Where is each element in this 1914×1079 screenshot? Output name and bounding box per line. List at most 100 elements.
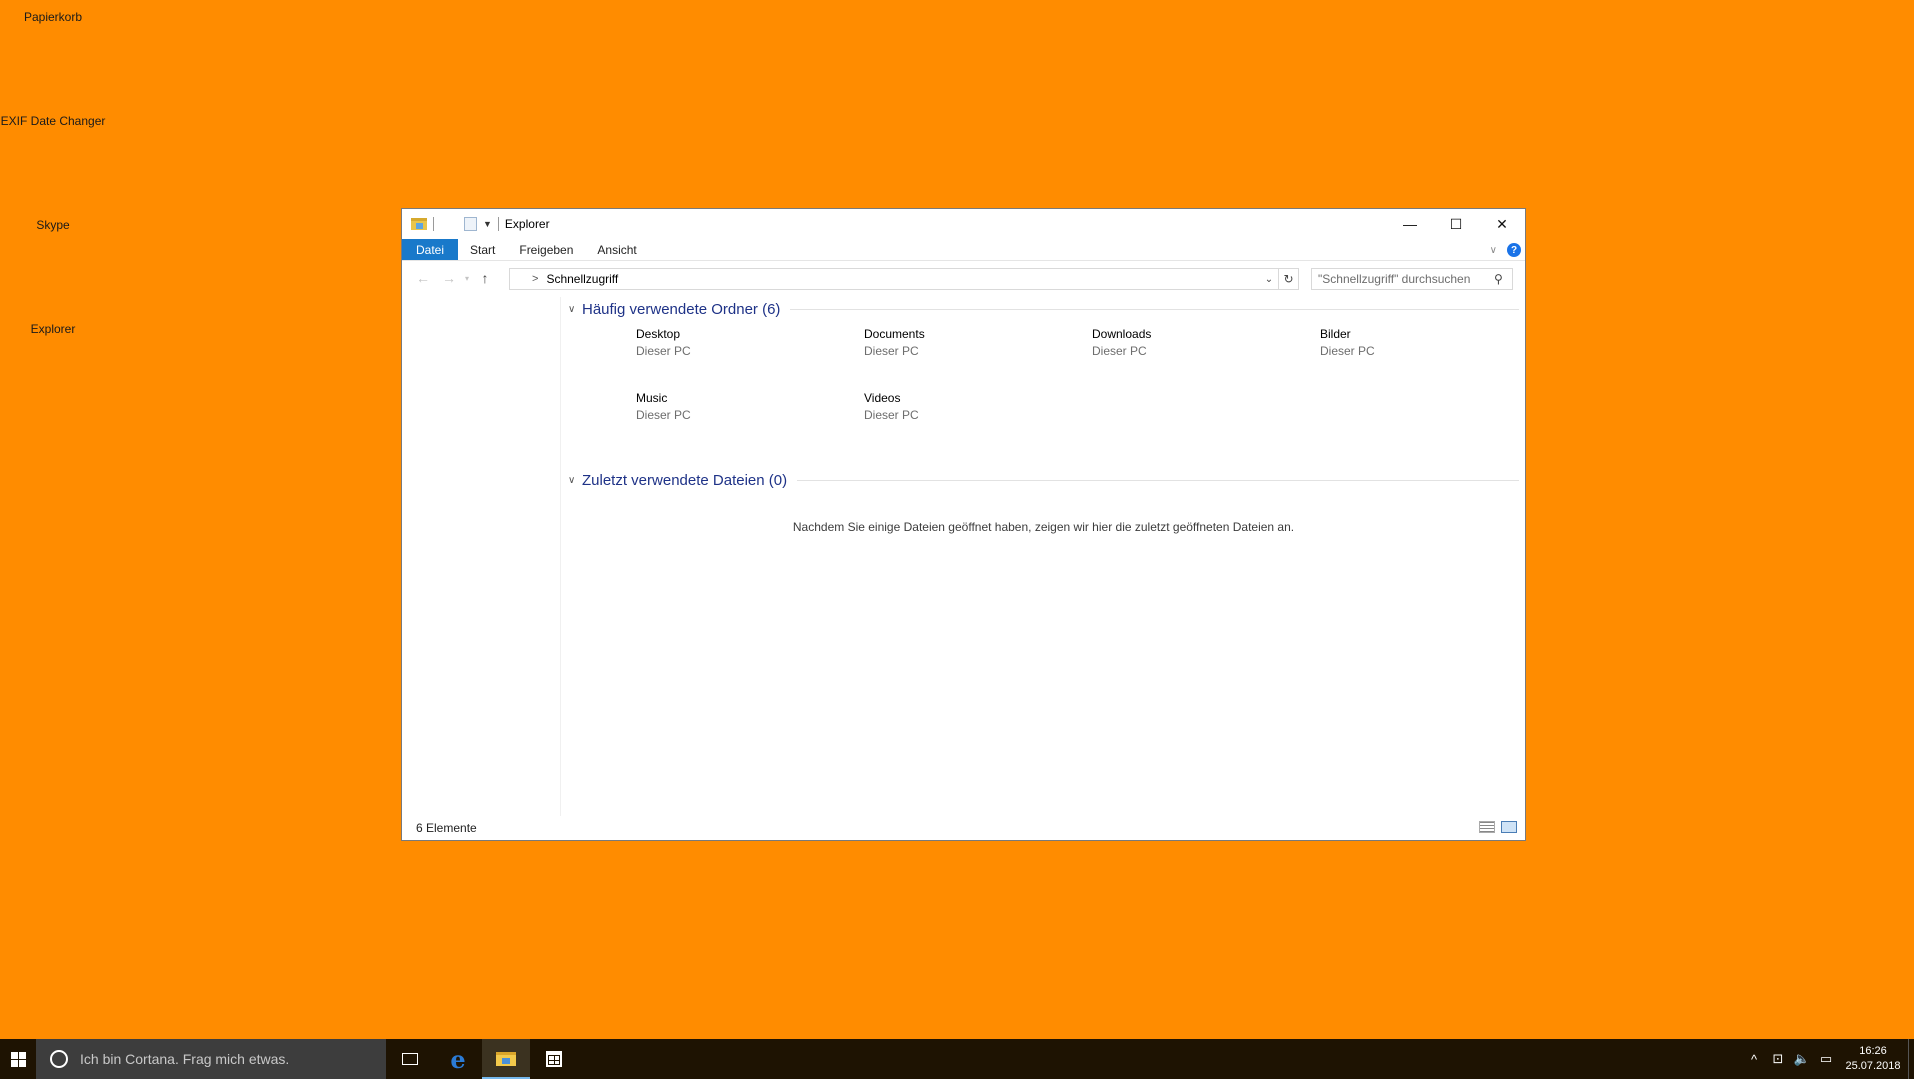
folder-tile-downloads[interactable]: Downloads Dieser PC (1092, 327, 1292, 358)
tab-start[interactable]: Start (458, 239, 507, 260)
refresh-button[interactable]: ↻ (1279, 268, 1299, 290)
clock[interactable]: 16:26 25.07.2018 (1838, 1044, 1908, 1074)
folder-tile-music[interactable]: Music Dieser PC (636, 391, 836, 422)
folder-tile-bilder[interactable]: Bilder Dieser PC (1320, 327, 1520, 358)
folder-name: Desktop (636, 327, 681, 341)
task-view-icon (402, 1053, 418, 1065)
close-button[interactable]: ✕ (1479, 209, 1525, 239)
taskbar-edge[interactable]: e (434, 1039, 482, 1079)
edge-icon: e (450, 1044, 466, 1074)
show-desktop-button[interactable] (1908, 1039, 1914, 1079)
action-center-icon[interactable]: ▭ (1814, 1051, 1838, 1067)
toolbar-separator (497, 217, 499, 231)
details-view-icon[interactable] (1479, 821, 1495, 833)
folder-location: Dieser PC (864, 408, 919, 422)
show-hidden-icons-chevron-icon[interactable]: ^ (1742, 1052, 1766, 1067)
folder-name: Videos (864, 391, 901, 405)
up-button[interactable]: ↑ (472, 270, 498, 286)
address-history-dropdown-icon[interactable]: ⌄ (1260, 269, 1278, 289)
window-controls: — ☐ ✕ (1387, 209, 1525, 239)
desktop-icon-label: Papierkorb (23, 10, 83, 24)
folder-icon (411, 218, 427, 230)
taskbar: Ich bin Cortana. Frag mich etwas. e ^ ⊡ … (0, 1039, 1914, 1079)
recent-files-empty-message: Nachdem Sie einige Dateien geöffnet habe… (792, 520, 1295, 534)
system-tray: ^ ⊡ 🔈 ▭ 16:26 25.07.2018 (1742, 1039, 1914, 1079)
folder-tile-videos[interactable]: Videos Dieser PC (864, 391, 1064, 422)
file-list[interactable]: ∨ Häufig verwendete Ordner (6) Desktop D… (562, 297, 1525, 816)
expand-ribbon-icon[interactable]: ∨ (1490, 245, 1497, 256)
cortana-placeholder: Ich bin Cortana. Frag mich etwas. (80, 1051, 290, 1067)
store-icon (546, 1051, 562, 1067)
file-explorer-icon (496, 1052, 516, 1066)
folder-location: Dieser PC (636, 408, 691, 422)
folder-name: Documents (864, 327, 925, 341)
quick-access-toolbar: ▼ (402, 217, 499, 231)
properties-icon[interactable] (464, 217, 477, 231)
folder-name: Music (636, 391, 668, 405)
folder-tile-documents[interactable]: Documents Dieser PC (864, 327, 1064, 358)
desktop-icon-label: Explorer (30, 322, 76, 336)
volume-icon[interactable]: 🔈 (1790, 1051, 1814, 1067)
folder-location: Dieser PC (1320, 344, 1375, 358)
tab-ansicht[interactable]: Ansicht (585, 239, 648, 260)
tab-freigeben[interactable]: Freigeben (507, 239, 585, 260)
large-icons-view-icon[interactable] (1501, 821, 1517, 833)
start-button[interactable] (0, 1039, 36, 1079)
navigation-bar: ← → ▾ ↑ > Schnellzugriff ⌄ ↻ ⚲ (402, 261, 1525, 295)
maximize-button[interactable]: ☐ (1433, 209, 1479, 239)
back-button[interactable]: ← (410, 270, 436, 286)
network-icon[interactable]: ⊡ (1766, 1051, 1790, 1067)
minimize-button[interactable]: — (1387, 209, 1433, 239)
toolbar-separator (433, 217, 434, 231)
navigation-pane[interactable] (402, 297, 561, 816)
cortana-search-box[interactable]: Ich bin Cortana. Frag mich etwas. (36, 1039, 386, 1079)
breadcrumb-schnellzugriff[interactable]: Schnellzugriff (546, 272, 618, 286)
taskbar-store[interactable] (530, 1039, 578, 1079)
ribbon-right-controls: ∨ ? (1490, 239, 1521, 261)
ribbon-tabs: Datei Start Freigeben Ansicht ∨ ? (402, 239, 1525, 261)
taskbar-file-explorer[interactable] (482, 1039, 530, 1079)
desktop-icon-label: EXIF Date Changer (0, 114, 106, 128)
group-divider (797, 480, 1519, 481)
group-header-recent-files[interactable]: ∨ Zuletzt verwendete Dateien (0) (568, 472, 1519, 489)
desktop-icon-recycle-bin[interactable]: Papierkorb (0, 10, 106, 24)
address-bar[interactable]: > Schnellzugriff ⌄ (509, 268, 1279, 290)
window-title: Explorer (504, 217, 550, 231)
folder-location: Dieser PC (1092, 344, 1147, 358)
desktop-icon-exif-date-changer[interactable]: EXIF Date Changer (0, 114, 106, 128)
clock-time: 16:26 (1859, 1045, 1887, 1057)
view-switcher (1479, 821, 1517, 833)
desktop-icon-explorer[interactable]: Explorer (0, 322, 106, 336)
status-bar: 6 Elemente (402, 816, 1525, 840)
tab-datei[interactable]: Datei (402, 239, 459, 260)
cortana-icon (50, 1050, 68, 1068)
group-header-frequent-folders[interactable]: ∨ Häufig verwendete Ordner (6) (568, 301, 1519, 318)
explorer-window: ▼ Explorer — ☐ ✕ Datei Start Freigeben A… (401, 208, 1526, 841)
help-icon[interactable]: ? (1507, 243, 1521, 257)
customize-toolbar-dropdown-icon[interactable]: ▼ (483, 219, 492, 229)
clock-date: 25.07.2018 (1845, 1060, 1901, 1072)
search-input[interactable] (1318, 270, 1494, 288)
group-title: Häufig verwendete Ordner (6) (582, 301, 781, 318)
desktop-icon-skype[interactable]: Skype (0, 218, 106, 232)
collapse-chevron-icon[interactable]: ∨ (568, 475, 582, 486)
breadcrumb-separator-icon[interactable]: > (532, 273, 538, 285)
folder-tile-desktop[interactable]: Desktop Dieser PC (636, 327, 836, 358)
search-box[interactable]: ⚲ (1311, 268, 1513, 290)
folder-location: Dieser PC (864, 344, 919, 358)
title-bar[interactable]: ▼ Explorer — ☐ ✕ (402, 209, 1525, 239)
windows-logo-icon (10, 1051, 26, 1067)
recent-locations-dropdown[interactable]: ▾ (462, 274, 472, 283)
folder-location: Dieser PC (636, 344, 691, 358)
task-view-button[interactable] (386, 1039, 434, 1079)
search-icon[interactable]: ⚲ (1494, 272, 1503, 286)
collapse-chevron-icon[interactable]: ∨ (568, 304, 582, 315)
group-title: Zuletzt verwendete Dateien (0) (582, 472, 788, 489)
folder-name: Downloads (1092, 327, 1152, 341)
folder-name: Bilder (1320, 327, 1351, 341)
group-divider (790, 309, 1519, 310)
item-count: 6 Elemente (416, 821, 477, 835)
desktop-icon-label: Skype (36, 218, 70, 232)
forward-button[interactable]: → (436, 270, 462, 286)
content-area: ∨ Häufig verwendete Ordner (6) Desktop D… (402, 297, 1525, 816)
